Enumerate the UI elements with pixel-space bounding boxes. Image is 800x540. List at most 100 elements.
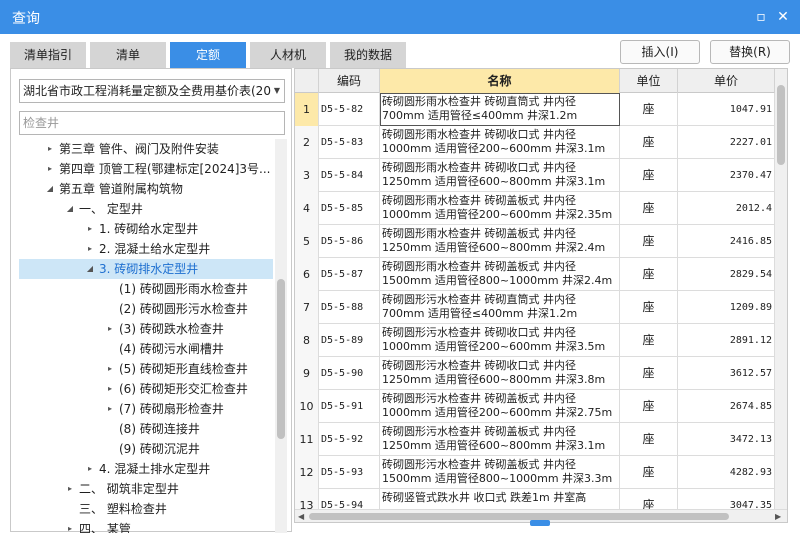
expand-icon[interactable]: ▸ bbox=[45, 139, 55, 159]
tab-bill-guide[interactable]: 清单指引 bbox=[10, 42, 86, 68]
expand-icon[interactable]: ▸ bbox=[65, 479, 75, 499]
expand-icon[interactable]: ▸ bbox=[105, 319, 115, 339]
tree-node[interactable]: ▸ (6) 砖砌矩形交汇检查井 bbox=[19, 379, 273, 399]
cell-name-line1: 砖砌圆形污水检查井 砖砌直筒式 井内径 bbox=[382, 293, 576, 306]
chapter-tree: ▸ 第三章 管件、阀门及附件安装 ▸ 第四章 顶管工程(鄂建标定[2024]3号...… bbox=[19, 139, 273, 533]
column-header-code[interactable]: 编码 bbox=[319, 69, 380, 93]
tree-node[interactable]: ▸ 2. 混凝土给水定型井 bbox=[19, 239, 273, 259]
tree-node[interactable]: ▸ (5) 砖砌矩形直线检查井 bbox=[19, 359, 273, 379]
quota-library-value: 湖北省市政工程消耗量定额及全费用基价表(20 bbox=[23, 84, 271, 98]
tree-node[interactable]: ▸ 1. 砖砌给水定型井 bbox=[19, 219, 273, 239]
cell-code: D5-5-91 bbox=[319, 390, 380, 423]
expand-icon[interactable]: ▸ bbox=[45, 159, 55, 179]
column-header-price[interactable]: 单价 bbox=[678, 69, 775, 93]
table-row[interactable]: 4 D5-5-85 砖砌圆形雨水检查井 砖砌盖板式 井内径 1000mm 适用管径20… bbox=[295, 192, 775, 225]
table-row[interactable]: 3 D5-5-84 砖砌圆形雨水检查井 砖砌收口式 井内径 1250mm 适用管径60… bbox=[295, 159, 775, 192]
table-vertical-scrollbar[interactable] bbox=[775, 69, 787, 509]
tree-node-label: (4) 砖砌污水闸槽井 bbox=[119, 342, 224, 356]
tree-node-label: (8) 砖砌连接井 bbox=[119, 422, 200, 436]
tree-node-label: 三、 塑料检查井 bbox=[79, 502, 167, 516]
cell-name-line2: 1250mm 适用管径600~800mm 井深2.4m bbox=[382, 241, 606, 254]
cell-code: D5-5-85 bbox=[319, 192, 380, 225]
expand-icon[interactable]: ▸ bbox=[85, 459, 95, 479]
tree-node[interactable]: ▸ (3) 砖砌跌水检查井 bbox=[19, 319, 273, 339]
cell-price: 2829.54 bbox=[678, 258, 775, 291]
table-row[interactable]: 6 D5-5-87 砖砌圆形雨水检查井 砖砌盖板式 井内径 1500mm 适用管径80… bbox=[295, 258, 775, 291]
panel-resize-handle[interactable] bbox=[530, 520, 550, 526]
row-number: 11 bbox=[295, 423, 319, 456]
tree-node[interactable]: ▸ 二、 砌筑非定型井 bbox=[19, 479, 273, 499]
expand-icon[interactable]: ▸ bbox=[65, 519, 75, 533]
search-input[interactable] bbox=[19, 111, 285, 135]
cell-price: 3472.13 bbox=[678, 423, 775, 456]
scroll-left-icon[interactable]: ◀ bbox=[298, 510, 304, 522]
cell-name-line2: 1500mm 适用管径800~1000mm 井深2.4m bbox=[382, 274, 613, 287]
tree-scrollbar[interactable] bbox=[275, 139, 287, 533]
tab-labor-material-machine[interactable]: 人材机 bbox=[250, 42, 326, 68]
collapse-icon[interactable]: ◢ bbox=[65, 199, 75, 219]
table-row[interactable]: 2 D5-5-83 砖砌圆形雨水检查井 砖砌收口式 井内径 1000mm 适用管径20… bbox=[295, 126, 775, 159]
row-number: 9 bbox=[295, 357, 319, 390]
tree-node-label: (3) 砖砌跌水检查井 bbox=[119, 322, 224, 336]
tree-node-label: (5) 砖砌矩形直线检查井 bbox=[119, 362, 248, 376]
table-row[interactable]: 11 D5-5-92 砖砌圆形污水检查井 砖砌盖板式 井内径 1250mm 适用管径6… bbox=[295, 423, 775, 456]
tree-node[interactable]: ◢ 第五章 管道附属构筑物 bbox=[19, 179, 273, 199]
tree-node[interactable]: ▸ 4. 混凝土排水定型井 bbox=[19, 459, 273, 479]
expand-icon[interactable]: ▸ bbox=[85, 219, 95, 239]
table-row[interactable]: 7 D5-5-88 砖砌圆形污水检查井 砖砌直筒式 井内径 700mm 适用管径≤40… bbox=[295, 291, 775, 324]
collapse-icon[interactable]: ◢ bbox=[85, 259, 95, 279]
cell-name: 砖砌圆形污水检查井 砖砌直筒式 井内径 700mm 适用管径≤400mm 井深1.… bbox=[380, 291, 620, 324]
tree-node[interactable]: (8) 砖砌连接井 bbox=[19, 419, 273, 439]
expand-icon[interactable]: ▸ bbox=[105, 359, 115, 379]
cell-name: 砖砌圆形污水检查井 砖砌收口式 井内径 1000mm 适用管径200~600mm … bbox=[380, 324, 620, 357]
quota-library-select[interactable]: 湖北省市政工程消耗量定额及全费用基价表(20 ▼ bbox=[19, 79, 285, 103]
cell-name: 砖砌圆形雨水检查井 砖砌盖板式 井内径 1500mm 适用管径800~1000mm… bbox=[380, 258, 620, 291]
expand-icon[interactable]: ▸ bbox=[85, 239, 95, 259]
cell-name-line1: 砖砌圆形雨水检查井 砖砌盖板式 井内径 bbox=[382, 194, 576, 207]
tree-scrollbar-thumb[interactable] bbox=[277, 279, 285, 439]
cell-price: 3612.57 bbox=[678, 357, 775, 390]
replace-button[interactable]: 替换(R) bbox=[710, 40, 790, 64]
table-vertical-scrollbar-thumb[interactable] bbox=[777, 85, 785, 165]
tree-node[interactable]: ▸ 第三章 管件、阀门及附件安装 bbox=[19, 139, 273, 159]
tree-node[interactable]: (4) 砖砌污水闸槽井 bbox=[19, 339, 273, 359]
table-row[interactable]: 1 D5-5-82 砖砌圆形雨水检查井 砖砌直筒式 井内径 700mm 适用管径≤40… bbox=[295, 93, 775, 126]
tree-node[interactable]: 三、 塑料检查井 bbox=[19, 499, 273, 519]
insert-button[interactable]: 插入(I) bbox=[620, 40, 700, 64]
scroll-right-icon[interactable]: ▶ bbox=[775, 510, 781, 522]
cell-name-line1: 砖砌圆形雨水检查井 砖砌收口式 井内径 bbox=[382, 128, 576, 141]
table-horizontal-scrollbar-thumb[interactable] bbox=[309, 513, 729, 520]
cell-unit: 座 bbox=[620, 159, 678, 192]
column-header-no[interactable] bbox=[295, 69, 319, 93]
tree-node[interactable]: ▸ 第四章 顶管工程(鄂建标定[2024]3号... bbox=[19, 159, 273, 179]
tree-node-label: 4. 混凝土排水定型井 bbox=[99, 462, 211, 476]
table-row[interactable]: 8 D5-5-89 砖砌圆形污水检查井 砖砌收口式 井内径 1000mm 适用管径20… bbox=[295, 324, 775, 357]
tree-node[interactable]: (9) 砖砌沉泥井 bbox=[19, 439, 273, 459]
tree-node[interactable]: ▸ (7) 砖砌扇形检查井 bbox=[19, 399, 273, 419]
expand-icon[interactable]: ▸ bbox=[105, 379, 115, 399]
maximize-icon[interactable]: ▫ bbox=[750, 6, 772, 28]
tab-my-data[interactable]: 我的数据 bbox=[330, 42, 406, 68]
row-number: 6 bbox=[295, 258, 319, 291]
tree-node[interactable]: (2) 砖砌圆形污水检查井 bbox=[19, 299, 273, 319]
cell-unit: 座 bbox=[620, 456, 678, 489]
expand-icon[interactable]: ▸ bbox=[105, 399, 115, 419]
tree-node[interactable]: ▸ 四、 某管 bbox=[19, 519, 273, 533]
collapse-icon[interactable]: ◢ bbox=[45, 179, 55, 199]
tree-node[interactable]: (1) 砖砌圆形雨水检查井 bbox=[19, 279, 273, 299]
tree-node[interactable]: ◢ 一、 定型井 bbox=[19, 199, 273, 219]
cell-name: 砖砌圆形雨水检查井 砖砌收口式 井内径 1250mm 适用管径600~800mm … bbox=[380, 159, 620, 192]
cell-name-line1: 砖砌圆形雨水检查井 砖砌盖板式 井内径 bbox=[382, 227, 576, 240]
column-header-name[interactable]: 名称 bbox=[380, 69, 620, 93]
table-row[interactable]: 5 D5-5-86 砖砌圆形雨水检查井 砖砌盖板式 井内径 1250mm 适用管径60… bbox=[295, 225, 775, 258]
cell-code: D5-5-87 bbox=[319, 258, 380, 291]
table-row[interactable]: 9 D5-5-90 砖砌圆形污水检查井 砖砌收口式 井内径 1250mm 适用管径60… bbox=[295, 357, 775, 390]
close-icon[interactable]: ✕ bbox=[772, 6, 794, 28]
column-header-unit[interactable]: 单位 bbox=[620, 69, 678, 93]
table-row[interactable]: 12 D5-5-93 砖砌圆形污水检查井 砖砌盖板式 井内径 1500mm 适用管径8… bbox=[295, 456, 775, 489]
table-row[interactable]: 10 D5-5-91 砖砌圆形污水检查井 砖砌盖板式 井内径 1000mm 适用管径2… bbox=[295, 390, 775, 423]
cell-unit: 座 bbox=[620, 291, 678, 324]
tab-quota[interactable]: 定额 bbox=[170, 42, 246, 68]
tab-bill[interactable]: 清单 bbox=[90, 42, 166, 68]
tree-node[interactable]: ◢ 3. 砖砌排水定型井 bbox=[19, 259, 273, 279]
